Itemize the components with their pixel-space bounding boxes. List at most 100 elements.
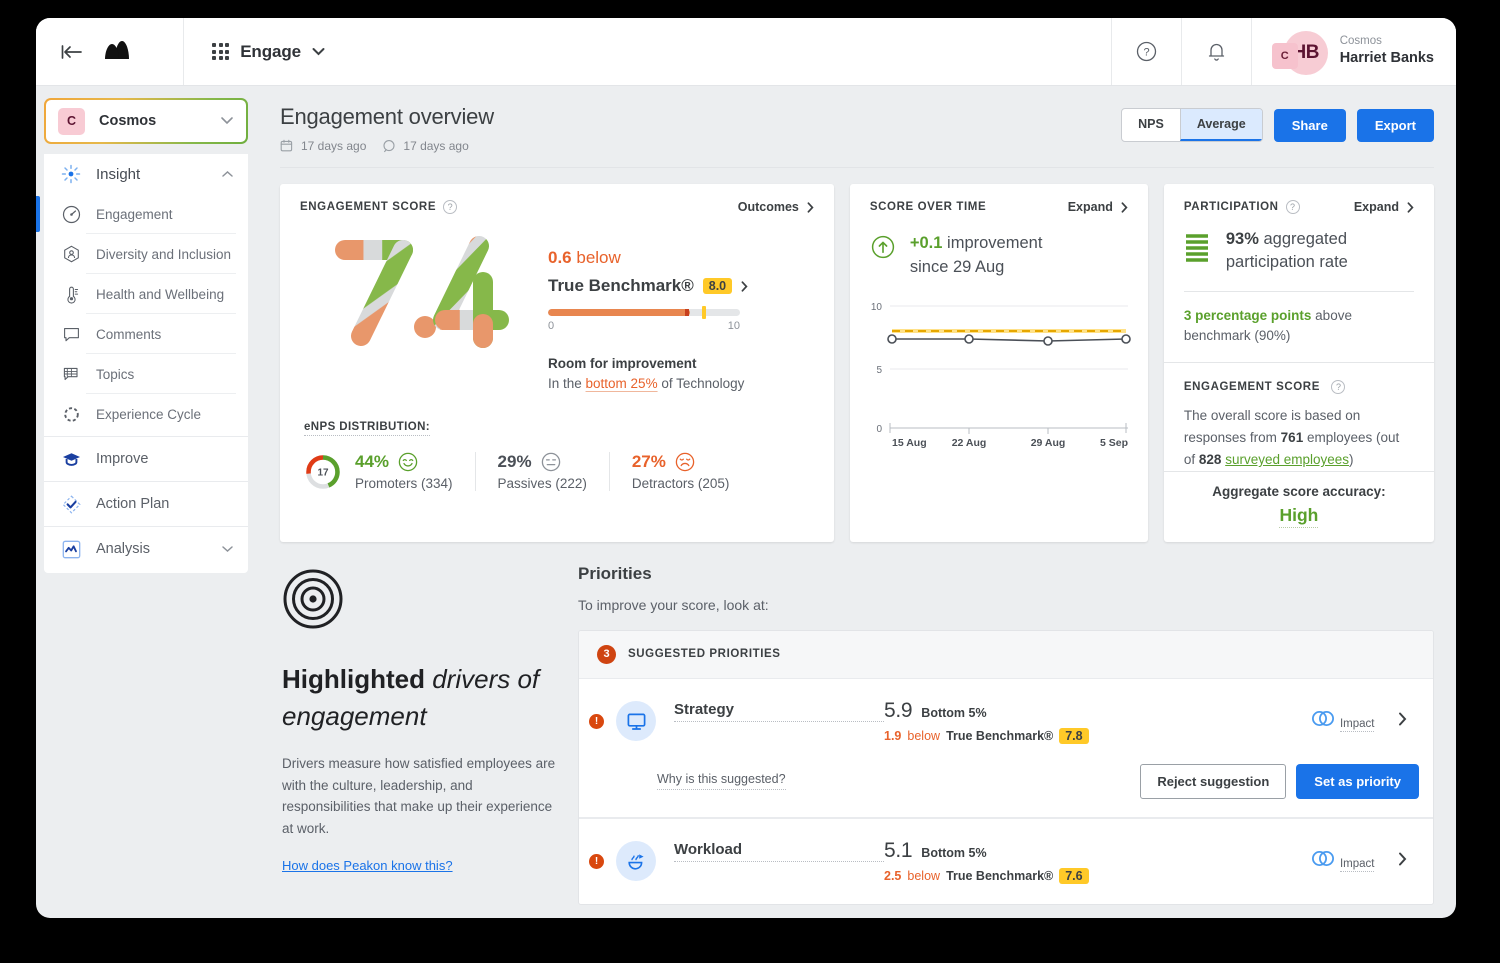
sidebar-item-label: Engagement [96, 207, 173, 222]
sidebar-group-analysis[interactable]: Analysis [44, 529, 248, 569]
gauge-icon [60, 203, 82, 225]
top-bar-left [36, 18, 184, 85]
help-button[interactable]: ? [1111, 18, 1181, 85]
tab-nps[interactable]: NPS [1122, 109, 1180, 141]
sidebar-group-insight[interactable]: Insight [44, 154, 248, 194]
svg-text:5: 5 [876, 365, 882, 376]
help-circle-icon[interactable]: ? [1286, 200, 1300, 214]
topics-grid-icon [60, 363, 82, 385]
sidebar-item-improve[interactable]: Improve [44, 439, 248, 479]
priority-delta-word: below [907, 869, 940, 883]
card-title: SCORE OVER TIME [870, 201, 986, 213]
priority-row-strategy[interactable]: ! Strategy 5.9 B [579, 679, 1433, 764]
org-selector[interactable]: C Cosmos [44, 98, 248, 144]
peakon-logo[interactable] [104, 37, 144, 66]
benchmark-bar-current-tick [685, 309, 689, 316]
benchmark-delta-word: below [576, 248, 620, 267]
how-does-peakon-know-link[interactable]: How does Peakon know this? [282, 858, 453, 873]
sidebar-item-health-and-wellbeing[interactable]: Health and Wellbeing [44, 274, 248, 314]
enps-segment-passives: 29% Passives (222) [475, 452, 607, 491]
score-over-time-card: SCORE OVER TIME Expand +0.1 [850, 184, 1148, 542]
surveyed-employees-link[interactable]: surveyed employees [1225, 452, 1349, 467]
chevron-right-icon [1398, 712, 1407, 726]
help-circle-icon[interactable]: ? [443, 200, 457, 214]
engagement-score-card: ENGAGEMENT SCORE ? Outcomes [280, 184, 834, 542]
sidebar-item-experience-cycle[interactable]: Experience Cycle [44, 394, 248, 434]
meta-updated: 17 days ago [280, 139, 366, 153]
thermometer-icon [60, 283, 82, 305]
suggested-priorities-box: 3 SUGGESTED PRIORITIES ! [578, 630, 1434, 905]
arrow-up-circle-icon [870, 234, 896, 260]
sidebar-item-topics[interactable]: Topics [44, 354, 248, 394]
chevron-right-icon [741, 281, 748, 292]
sidebar-item-engagement[interactable]: Engagement [44, 194, 248, 234]
enps-label: Promoters (334) [355, 476, 453, 491]
tab-average[interactable]: Average [1180, 109, 1262, 141]
sidebar-item-action-plan[interactable]: Action Plan [44, 484, 248, 524]
explainer-title: ENGAGEMENT SCORE [1184, 381, 1320, 393]
enps-label: Passives (222) [498, 476, 587, 491]
comment-bubble-icon [60, 323, 82, 345]
benchmark-delta: 0.6 below [548, 248, 814, 268]
sidebar-item-comments[interactable]: Comments [44, 314, 248, 354]
drivers-body: Drivers measure how satisfied employees … [282, 753, 558, 840]
chevron-right-icon [1121, 202, 1128, 213]
expand-link[interactable]: Expand [1354, 200, 1414, 214]
chevron-down-icon[interactable] [221, 540, 234, 558]
user-org: Cosmos [1340, 34, 1434, 50]
drivers-title-bold: Highlighted [282, 664, 425, 694]
enps-percent-value: 27% [632, 452, 666, 472]
apps-grid-icon[interactable] [212, 43, 229, 60]
set-as-priority-button[interactable]: Set as priority [1296, 764, 1419, 799]
sidebar-item-label: Experience Cycle [96, 407, 201, 422]
app-body: C Cosmos I [36, 86, 1456, 918]
priority-score: 5.9 [884, 699, 912, 723]
meta-comment-date: 17 days ago [403, 139, 468, 153]
page-meta: 17 days ago 17 days ago [280, 139, 1121, 153]
notifications-button[interactable] [1181, 18, 1251, 85]
participation-note-highlight: 3 percentage points [1184, 308, 1312, 323]
outcomes-link[interactable]: Outcomes [738, 200, 814, 214]
sidebar-item-label: Topics [96, 367, 134, 382]
trend-value: +0.1 [910, 234, 943, 252]
export-button[interactable]: Export [1357, 109, 1434, 142]
priority-row-workload[interactable]: ! Workload 5.1 [579, 818, 1433, 904]
room-text-post: of Technology [658, 376, 745, 391]
sidebar-item-diversity-and-inclusion[interactable]: Diversity and Inclusion [44, 234, 248, 274]
benchmark-name-row[interactable]: True Benchmark® 8.0 [548, 276, 814, 296]
app-name: Engage [240, 42, 301, 62]
score-type-toggle[interactable]: NPS Average [1121, 108, 1263, 142]
check-diamond-icon [60, 493, 82, 515]
share-button[interactable]: Share [1274, 109, 1346, 142]
chevron-down-icon[interactable] [312, 43, 325, 61]
priority-row-chevron[interactable] [1385, 712, 1419, 730]
svg-text:0: 0 [876, 424, 882, 435]
reject-suggestion-button[interactable]: Reject suggestion [1140, 764, 1286, 799]
priority-rank: Bottom 5% [921, 706, 986, 720]
collapse-left-icon[interactable] [50, 30, 94, 74]
avatar[interactable]: HB C [1272, 29, 1328, 75]
impact-button[interactable]: Impact [1299, 850, 1385, 872]
chevron-down-icon[interactable] [220, 112, 234, 130]
enps-title: eNPS DISTRIBUTION: [304, 421, 430, 436]
app-switcher[interactable]: Engage [184, 18, 325, 85]
chevron-up-icon[interactable] [221, 165, 234, 183]
priority-benchmark-line: 2.5below True Benchmark® 7.6 [884, 868, 1299, 884]
user-menu[interactable]: HB C Cosmos Harriet Banks [1251, 18, 1456, 85]
page-title: Engagement overview [280, 104, 1121, 130]
priority-name[interactable]: Strategy [674, 701, 884, 722]
why-suggested-link[interactable]: Why is this suggested? [657, 772, 786, 790]
participation-card: PARTICIPATION ? Expand [1164, 184, 1434, 542]
score-over-time-chart: 10 5 0 [850, 280, 1148, 457]
impact-button[interactable]: Impact [1299, 710, 1385, 732]
score-line [892, 339, 1126, 341]
help-circle-icon[interactable]: ? [1331, 380, 1345, 394]
room-text-highlight[interactable]: bottom 25% [586, 376, 658, 391]
chevron-right-icon [1398, 852, 1407, 866]
priority-row-chevron[interactable] [1385, 852, 1419, 870]
priority-name[interactable]: Workload [674, 841, 884, 862]
benchmark-bar-labels: 0 10 [548, 320, 740, 332]
expand-link[interactable]: Expand [1068, 200, 1128, 214]
enps-segment-promoters: 44% Promoters (334) [355, 452, 473, 491]
benchmark-bar: 0 10 [548, 309, 740, 332]
